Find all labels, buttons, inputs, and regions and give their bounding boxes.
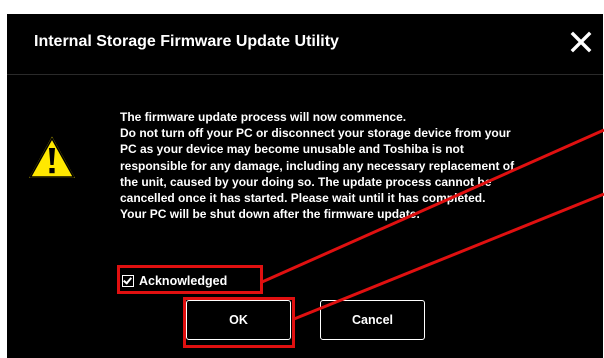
message-line: Your PC will be shut down after the firm… bbox=[120, 207, 420, 222]
acknowledged-checkbox-row[interactable]: Acknowledged bbox=[120, 268, 260, 294]
message-line: The firmware update process will now com… bbox=[120, 110, 407, 124]
warning-message: The firmware update process will now com… bbox=[120, 109, 600, 222]
message-line: cancelled once it has started. Please wa… bbox=[120, 191, 486, 206]
title-divider bbox=[7, 74, 603, 75]
message-line: the unit, caused by your doing so. The u… bbox=[120, 174, 492, 189]
message-line: PC as your device may become unusable an… bbox=[120, 142, 464, 157]
dialog-title: Internal Storage Firmware Update Utility bbox=[34, 33, 339, 50]
warning-triangle-icon bbox=[25, 132, 79, 181]
message-line: responsible for any damage, including an… bbox=[120, 158, 515, 173]
acknowledged-checkbox[interactable] bbox=[122, 275, 134, 287]
title-bar: Internal Storage Firmware Update Utility bbox=[7, 14, 603, 75]
ok-button[interactable]: OK bbox=[186, 300, 291, 340]
close-icon[interactable] bbox=[568, 29, 594, 55]
message-line: Do not turn off your PC or disconnect yo… bbox=[120, 126, 511, 141]
cancel-button[interactable]: Cancel bbox=[320, 300, 425, 340]
acknowledged-label: Acknowledged bbox=[139, 274, 228, 288]
firmware-update-dialog: Internal Storage Firmware Update Utility… bbox=[7, 14, 603, 358]
